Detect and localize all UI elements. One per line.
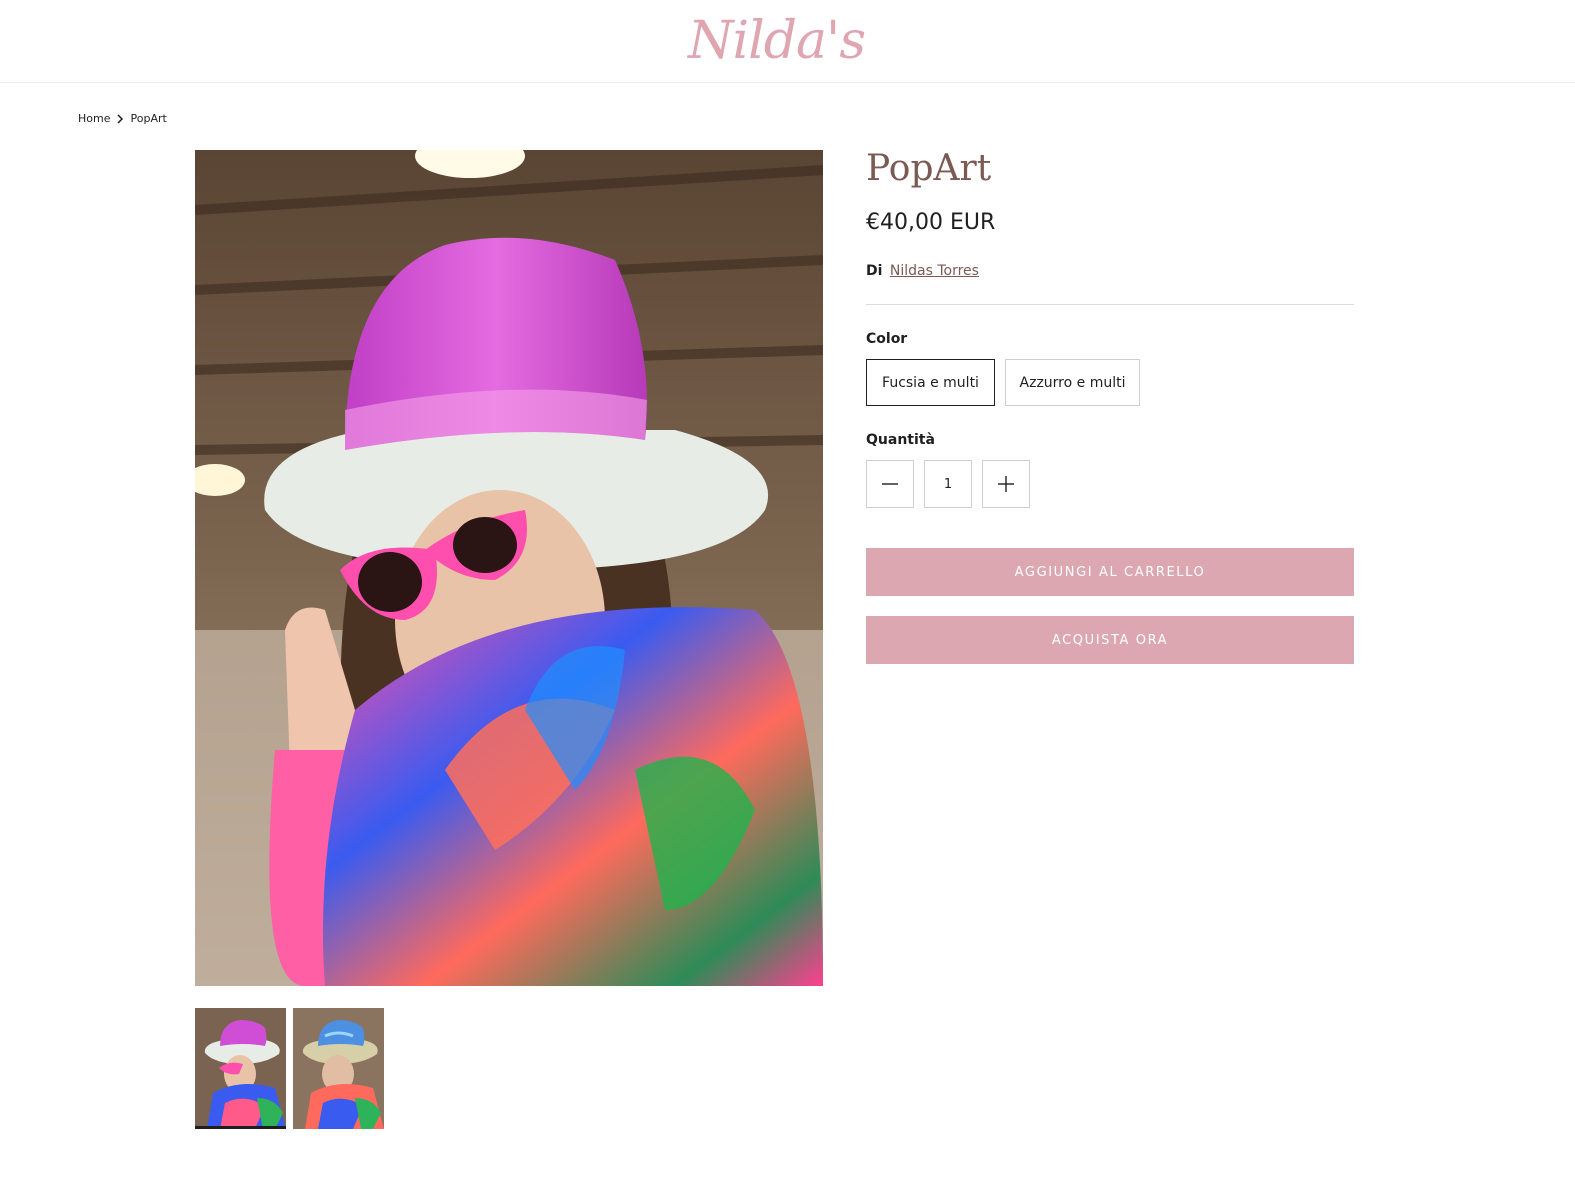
site-header: Nilda's <box>0 0 1575 83</box>
divider <box>866 304 1354 305</box>
vendor-prefix: Di <box>866 263 883 279</box>
color-option-azzurro[interactable]: Azzurro e multi <box>1005 359 1140 406</box>
buy-now-button[interactable]: ACQUISTA ORA <box>866 616 1354 664</box>
breadcrumb: Home PopArt <box>78 112 167 125</box>
product-main-image[interactable] <box>195 150 823 986</box>
chevron-right-icon <box>114 113 126 125</box>
plus-icon <box>998 476 1014 492</box>
color-option-label: Color <box>866 331 908 347</box>
gallery-thumbnail-1[interactable] <box>195 1008 286 1129</box>
breadcrumb-current: PopArt <box>130 112 167 125</box>
add-to-cart-button[interactable]: AGGIUNGI AL CARRELLO <box>866 548 1354 596</box>
product-title: PopArt <box>866 148 992 189</box>
quantity-input[interactable] <box>924 460 972 508</box>
product-price: €40,00 EUR <box>866 210 996 235</box>
breadcrumb-home-link[interactable]: Home <box>78 112 110 125</box>
vendor-link[interactable]: Nildas Torres <box>890 263 979 279</box>
quantity-label: Quantità <box>866 432 935 448</box>
product-photo <box>195 150 823 986</box>
thumbnail-image-azzurro <box>293 1008 384 1129</box>
color-option-fucsia[interactable]: Fucsia e multi <box>866 359 995 406</box>
product-vendor: Di Nildas Torres <box>866 263 979 279</box>
quantity-increase-button[interactable] <box>982 460 1030 508</box>
gallery-thumbnail-2[interactable] <box>293 1008 384 1129</box>
minus-icon <box>882 483 898 485</box>
thumbnail-image-fucsia <box>195 1008 286 1129</box>
quantity-decrease-button[interactable] <box>866 460 914 508</box>
site-logo[interactable]: Nilda's <box>688 8 888 74</box>
